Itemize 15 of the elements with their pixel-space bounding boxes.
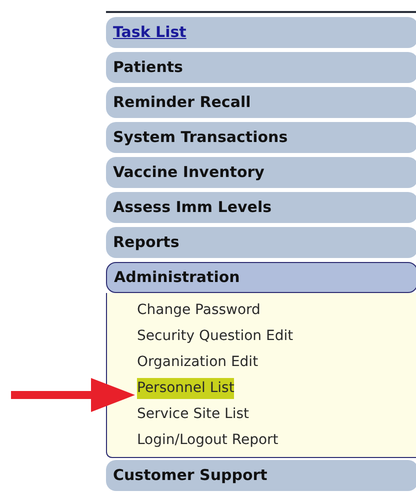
submenu-link[interactable]: Organization Edit: [137, 352, 258, 373]
menu-section[interactable]: Patients: [106, 52, 416, 83]
submenu-link[interactable]: Change Password: [137, 300, 260, 321]
menu-section[interactable]: Assess Imm Levels: [106, 192, 416, 223]
menu-section[interactable]: Vaccine Inventory: [106, 157, 416, 188]
submenu-link[interactable]: Login/Logout Report: [137, 430, 278, 451]
submenu-link[interactable]: Service Site List: [137, 404, 249, 425]
submenu-link[interactable]: Personnel List: [137, 378, 234, 399]
menu-section[interactable]: Reports: [106, 227, 416, 258]
menu-link[interactable]: Task List: [106, 17, 416, 48]
menu-section[interactable]: Customer Support: [106, 460, 416, 491]
menu-section[interactable]: Administration: [106, 262, 416, 293]
submenu-link[interactable]: Security Question Edit: [137, 326, 294, 347]
menu-section[interactable]: System Transactions: [106, 122, 416, 153]
menu-section[interactable]: Reminder Recall: [106, 87, 416, 118]
